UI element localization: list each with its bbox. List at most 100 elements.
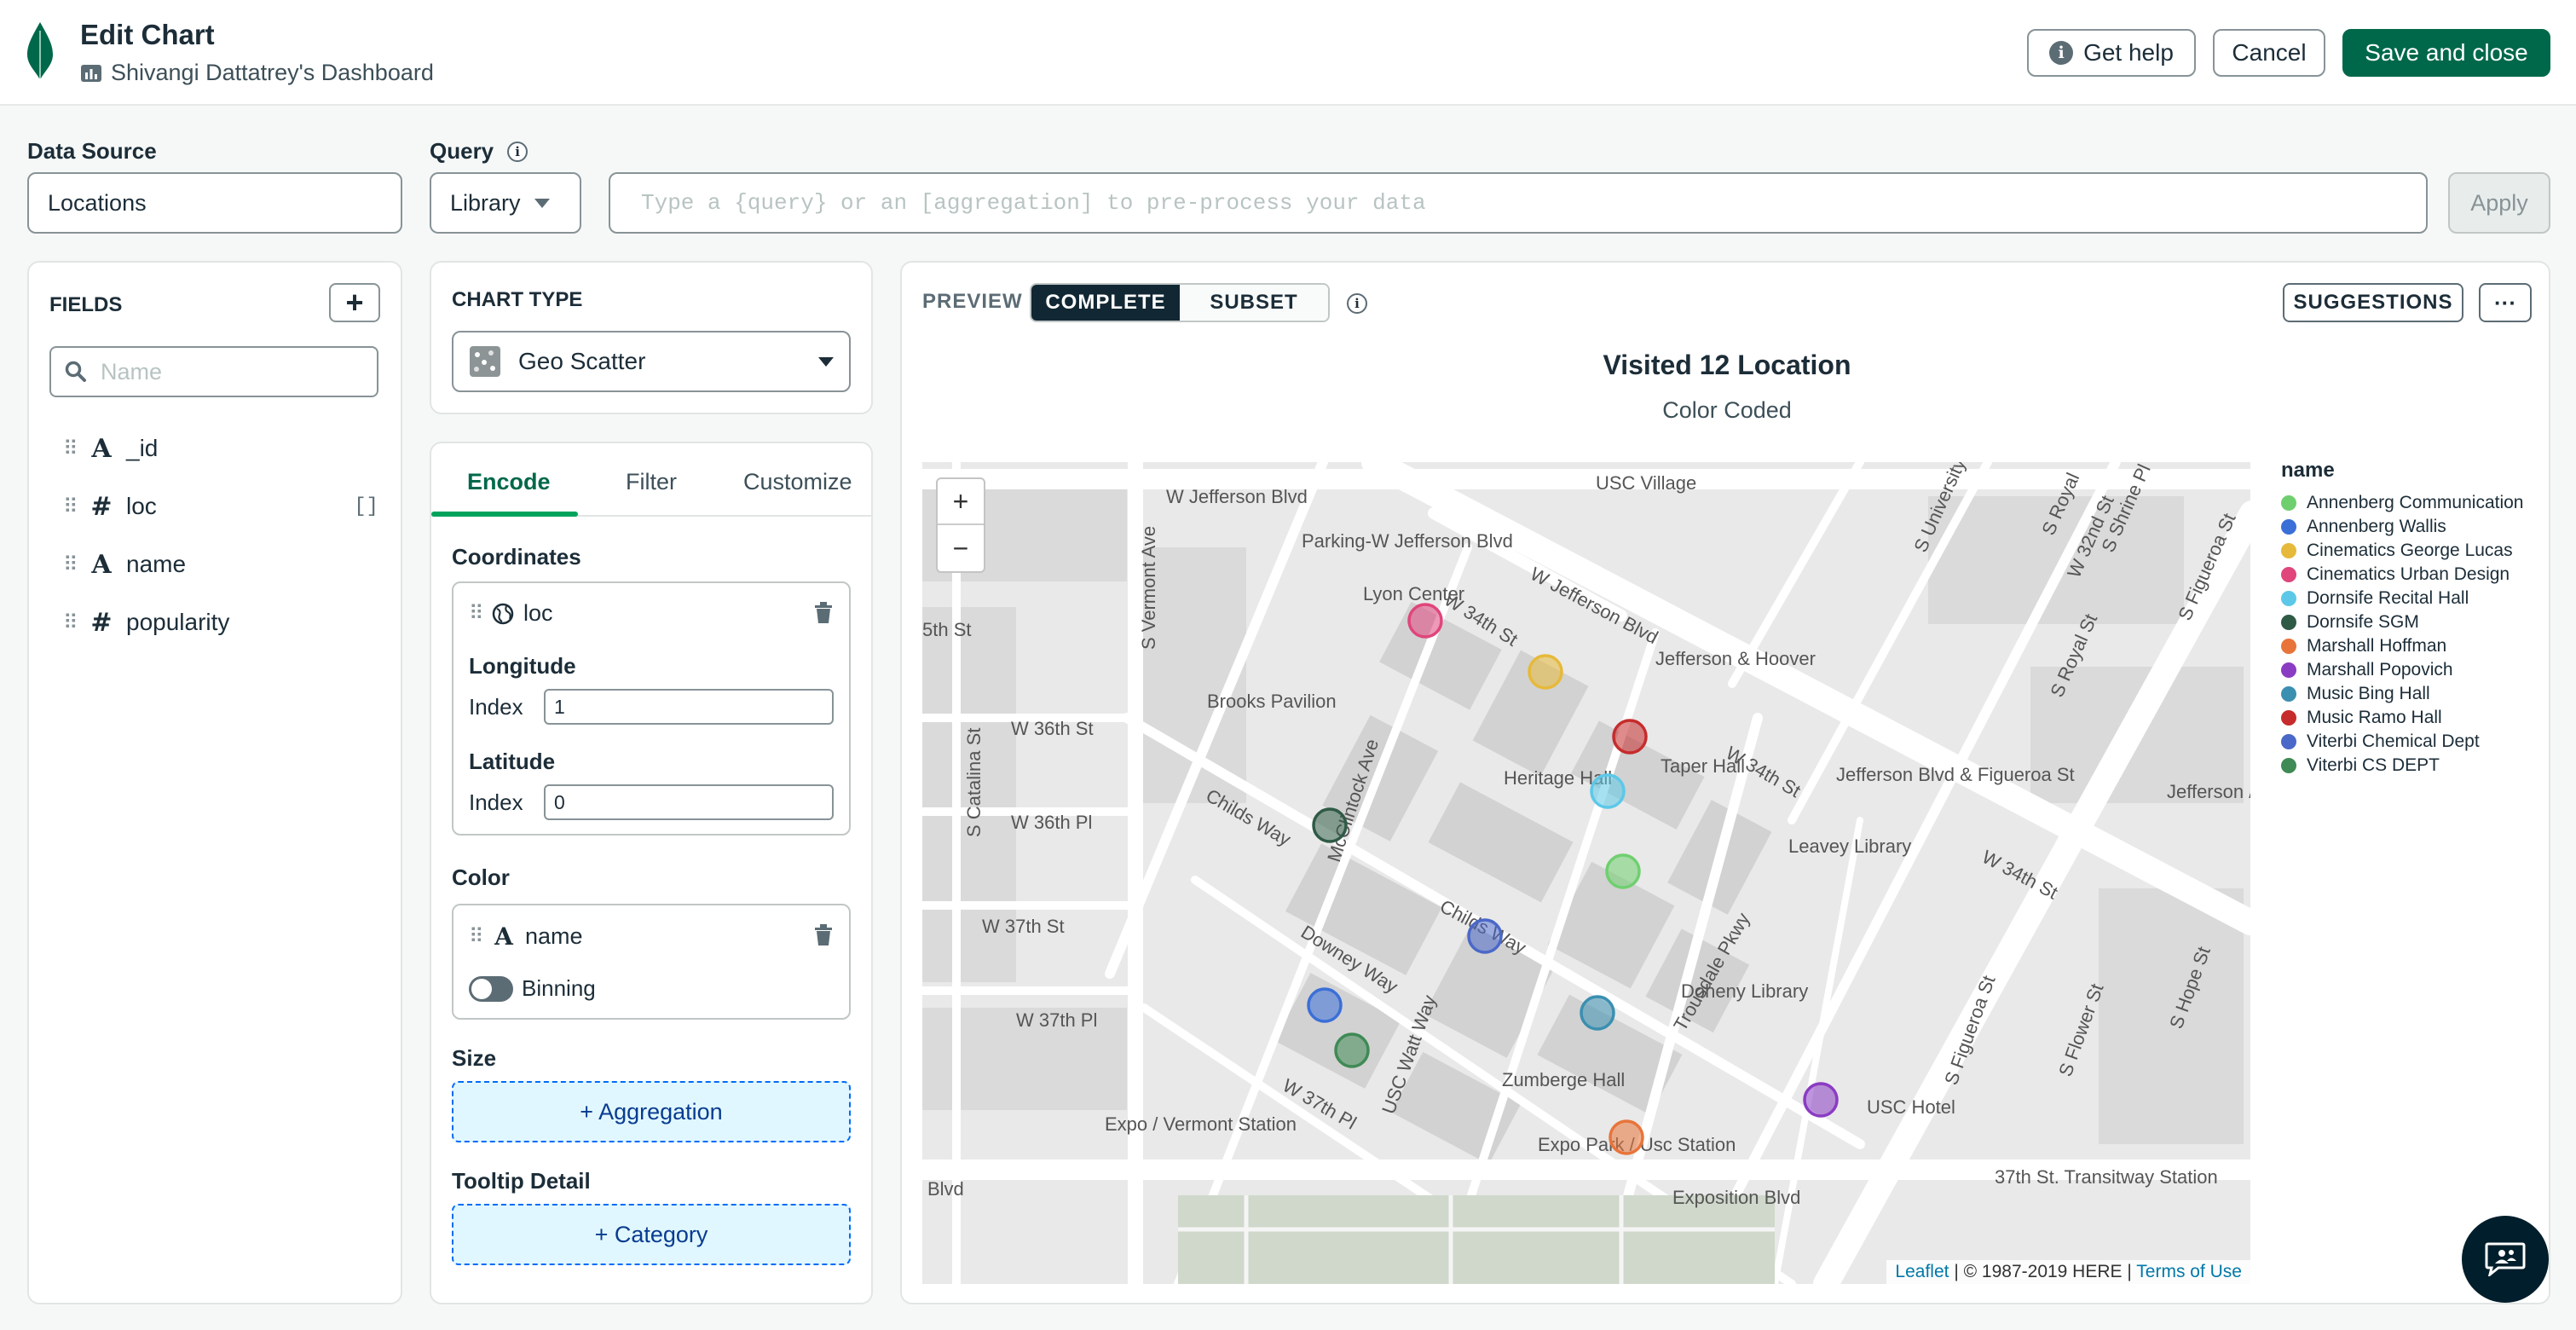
color-field-name: name (525, 923, 583, 949)
map-tiles[interactable]: W Jefferson Blvd USC Village Parking-W Jef… (922, 462, 2250, 1284)
field-item-loc[interactable]: ⠿ # loc [] (63, 489, 378, 523)
drag-handle-icon[interactable]: ⠿ (63, 610, 78, 635)
scatter-marker[interactable] (1407, 603, 1443, 639)
longitude-index-input[interactable]: 1 (544, 689, 834, 725)
app-header: Edit Chart Shivangi Dattatrey's Dashboar… (0, 0, 2576, 106)
legend-item[interactable]: Cinematics George Lucas (2281, 539, 2523, 563)
query-input[interactable]: Type a {query} or an [aggregation] to pr… (609, 172, 2428, 234)
drag-handle-icon[interactable]: ⠿ (469, 601, 484, 626)
map-view[interactable]: W Jefferson Blvd USC Village Parking-W Jef… (922, 462, 2250, 1284)
map-label: W Jefferson Blvd (1166, 486, 1308, 507)
dashboard-name: Shivangi Dattatrey's Dashboard (111, 60, 434, 85)
longitude-index-label: Index (469, 694, 523, 720)
add-aggregation-button[interactable]: + Aggregation (452, 1081, 851, 1142)
chart-type-label: CHART TYPE (452, 288, 583, 311)
chart-type-dropdown[interactable]: Geo Scatter (452, 331, 851, 392)
scatter-marker[interactable] (1612, 719, 1648, 755)
leaflet-link[interactable]: Leaflet (1895, 1262, 1949, 1281)
more-options-button[interactable]: ··· (2479, 283, 2532, 322)
legend-swatch (2281, 662, 2296, 678)
field-search-input[interactable]: Name (49, 346, 378, 397)
chart-subtitle: Color Coded (1662, 397, 1792, 423)
legend-item[interactable]: Marshall Hoffman (2281, 634, 2523, 658)
add-category-button[interactable]: + Category (452, 1204, 851, 1265)
scatter-marker[interactable] (1528, 654, 1563, 690)
drag-handle-icon[interactable]: ⠿ (63, 494, 78, 519)
drag-handle-icon[interactable]: ⠿ (469, 924, 484, 949)
scatter-marker[interactable] (1590, 773, 1626, 809)
drag-handle-icon[interactable]: ⠿ (63, 552, 78, 577)
legend-item[interactable]: Dornsife Recital Hall (2281, 587, 2523, 610)
complete-option[interactable]: COMPLETE (1031, 285, 1180, 321)
preview-info-icon[interactable]: i (1347, 293, 1367, 314)
chat-icon (2485, 1242, 2526, 1276)
legend-label: Marshall Popovich (2307, 660, 2453, 679)
color-card: ⠿ A name Binning (452, 904, 851, 1020)
scatter-marker[interactable] (1580, 995, 1615, 1031)
scatter-marker[interactable] (1307, 987, 1343, 1023)
latitude-index-input[interactable]: 0 (544, 784, 834, 820)
legend-item[interactable]: Viterbi CS DEPT (2281, 754, 2523, 778)
subset-option[interactable]: SUBSET (1180, 285, 1328, 321)
legend-item[interactable]: Cinematics Urban Design (2281, 563, 2523, 587)
add-field-button[interactable]: + (329, 283, 380, 322)
legend-item[interactable]: Music Ramo Hall (2281, 706, 2523, 730)
color-label: Color (452, 864, 510, 890)
legend-label: Viterbi CS DEPT (2307, 755, 2440, 775)
zoom-out-button[interactable]: − (938, 525, 984, 571)
legend-item[interactable]: Annenberg Wallis (2281, 515, 2523, 539)
save-and-close-button[interactable]: Save and close (2342, 29, 2550, 77)
library-dropdown[interactable]: Library (430, 172, 581, 234)
trash-icon[interactable] (813, 602, 834, 624)
map-label: Expo / Vermont Station (1105, 1113, 1297, 1135)
legend-label: Annenberg Communication (2307, 493, 2524, 512)
tooltip-detail-label: Tooltip Detail (452, 1168, 591, 1194)
dashboard-breadcrumb[interactable]: Shivangi Dattatrey's Dashboard (80, 60, 434, 86)
field-item-popularity[interactable]: ⠿ # popularity (63, 605, 229, 639)
data-source-input[interactable]: Locations (27, 172, 402, 234)
coordinates-label: Coordinates (452, 544, 581, 570)
suggestions-button[interactable]: SUGGESTIONS (2283, 283, 2463, 322)
park-area (1178, 1195, 1775, 1284)
legend-swatch (2281, 734, 2296, 749)
string-type-icon: A (91, 433, 112, 464)
field-item-name[interactable]: ⠿ A name (63, 547, 186, 581)
coord-field-row[interactable]: ⠿ loc (469, 600, 553, 627)
scatter-marker[interactable] (1334, 1032, 1370, 1068)
size-label: Size (452, 1045, 497, 1071)
field-search-placeholder: Name (101, 358, 163, 385)
legend-item[interactable]: Viterbi Chemical Dept (2281, 730, 2523, 754)
scatter-marker[interactable] (1467, 918, 1503, 954)
query-info-icon[interactable]: i (507, 141, 528, 162)
get-help-button[interactable]: i Get help (2027, 29, 2196, 77)
legend-label: Cinematics George Lucas (2307, 541, 2513, 560)
legend-swatch (2281, 591, 2296, 606)
scatter-marker[interactable] (1312, 807, 1348, 843)
drag-handle-icon[interactable]: ⠿ (63, 437, 78, 461)
apply-button[interactable]: Apply (2448, 172, 2550, 234)
tab-filter[interactable]: Filter (626, 469, 677, 495)
legend-item[interactable]: Marshall Popovich (2281, 658, 2523, 682)
zoom-in-button[interactable]: + (938, 479, 984, 525)
chart-title: Visited 12 Location (1603, 350, 1851, 380)
cancel-button[interactable]: Cancel (2213, 29, 2325, 77)
legend-item[interactable]: Dornsife SGM (2281, 610, 2523, 634)
zoom-control: + − (936, 477, 985, 573)
tab-customize[interactable]: Customize (743, 469, 852, 495)
color-field-row[interactable]: ⠿ A name (469, 922, 583, 951)
binning-toggle[interactable] (469, 975, 513, 1002)
legend-item[interactable]: Music Bing Hall (2281, 682, 2523, 706)
scatter-marker[interactable] (1605, 853, 1641, 889)
longitude-label: Longitude (469, 653, 576, 679)
scatter-marker[interactable] (1803, 1082, 1839, 1118)
legend-item[interactable]: Annenberg Communication (2281, 491, 2523, 515)
field-item-id[interactable]: ⠿ A _id (63, 431, 158, 466)
scatter-marker[interactable] (1609, 1119, 1644, 1155)
trash-icon[interactable] (813, 924, 834, 946)
terms-link[interactable]: Terms of Use (2136, 1262, 2242, 1281)
tab-encode[interactable]: Encode (467, 469, 551, 495)
chat-support-button[interactable] (2462, 1216, 2549, 1303)
info-icon: i (2049, 41, 2074, 65)
map-label: W 36th Pl (1011, 812, 1092, 833)
binning-toggle-row[interactable]: Binning (469, 975, 596, 1002)
